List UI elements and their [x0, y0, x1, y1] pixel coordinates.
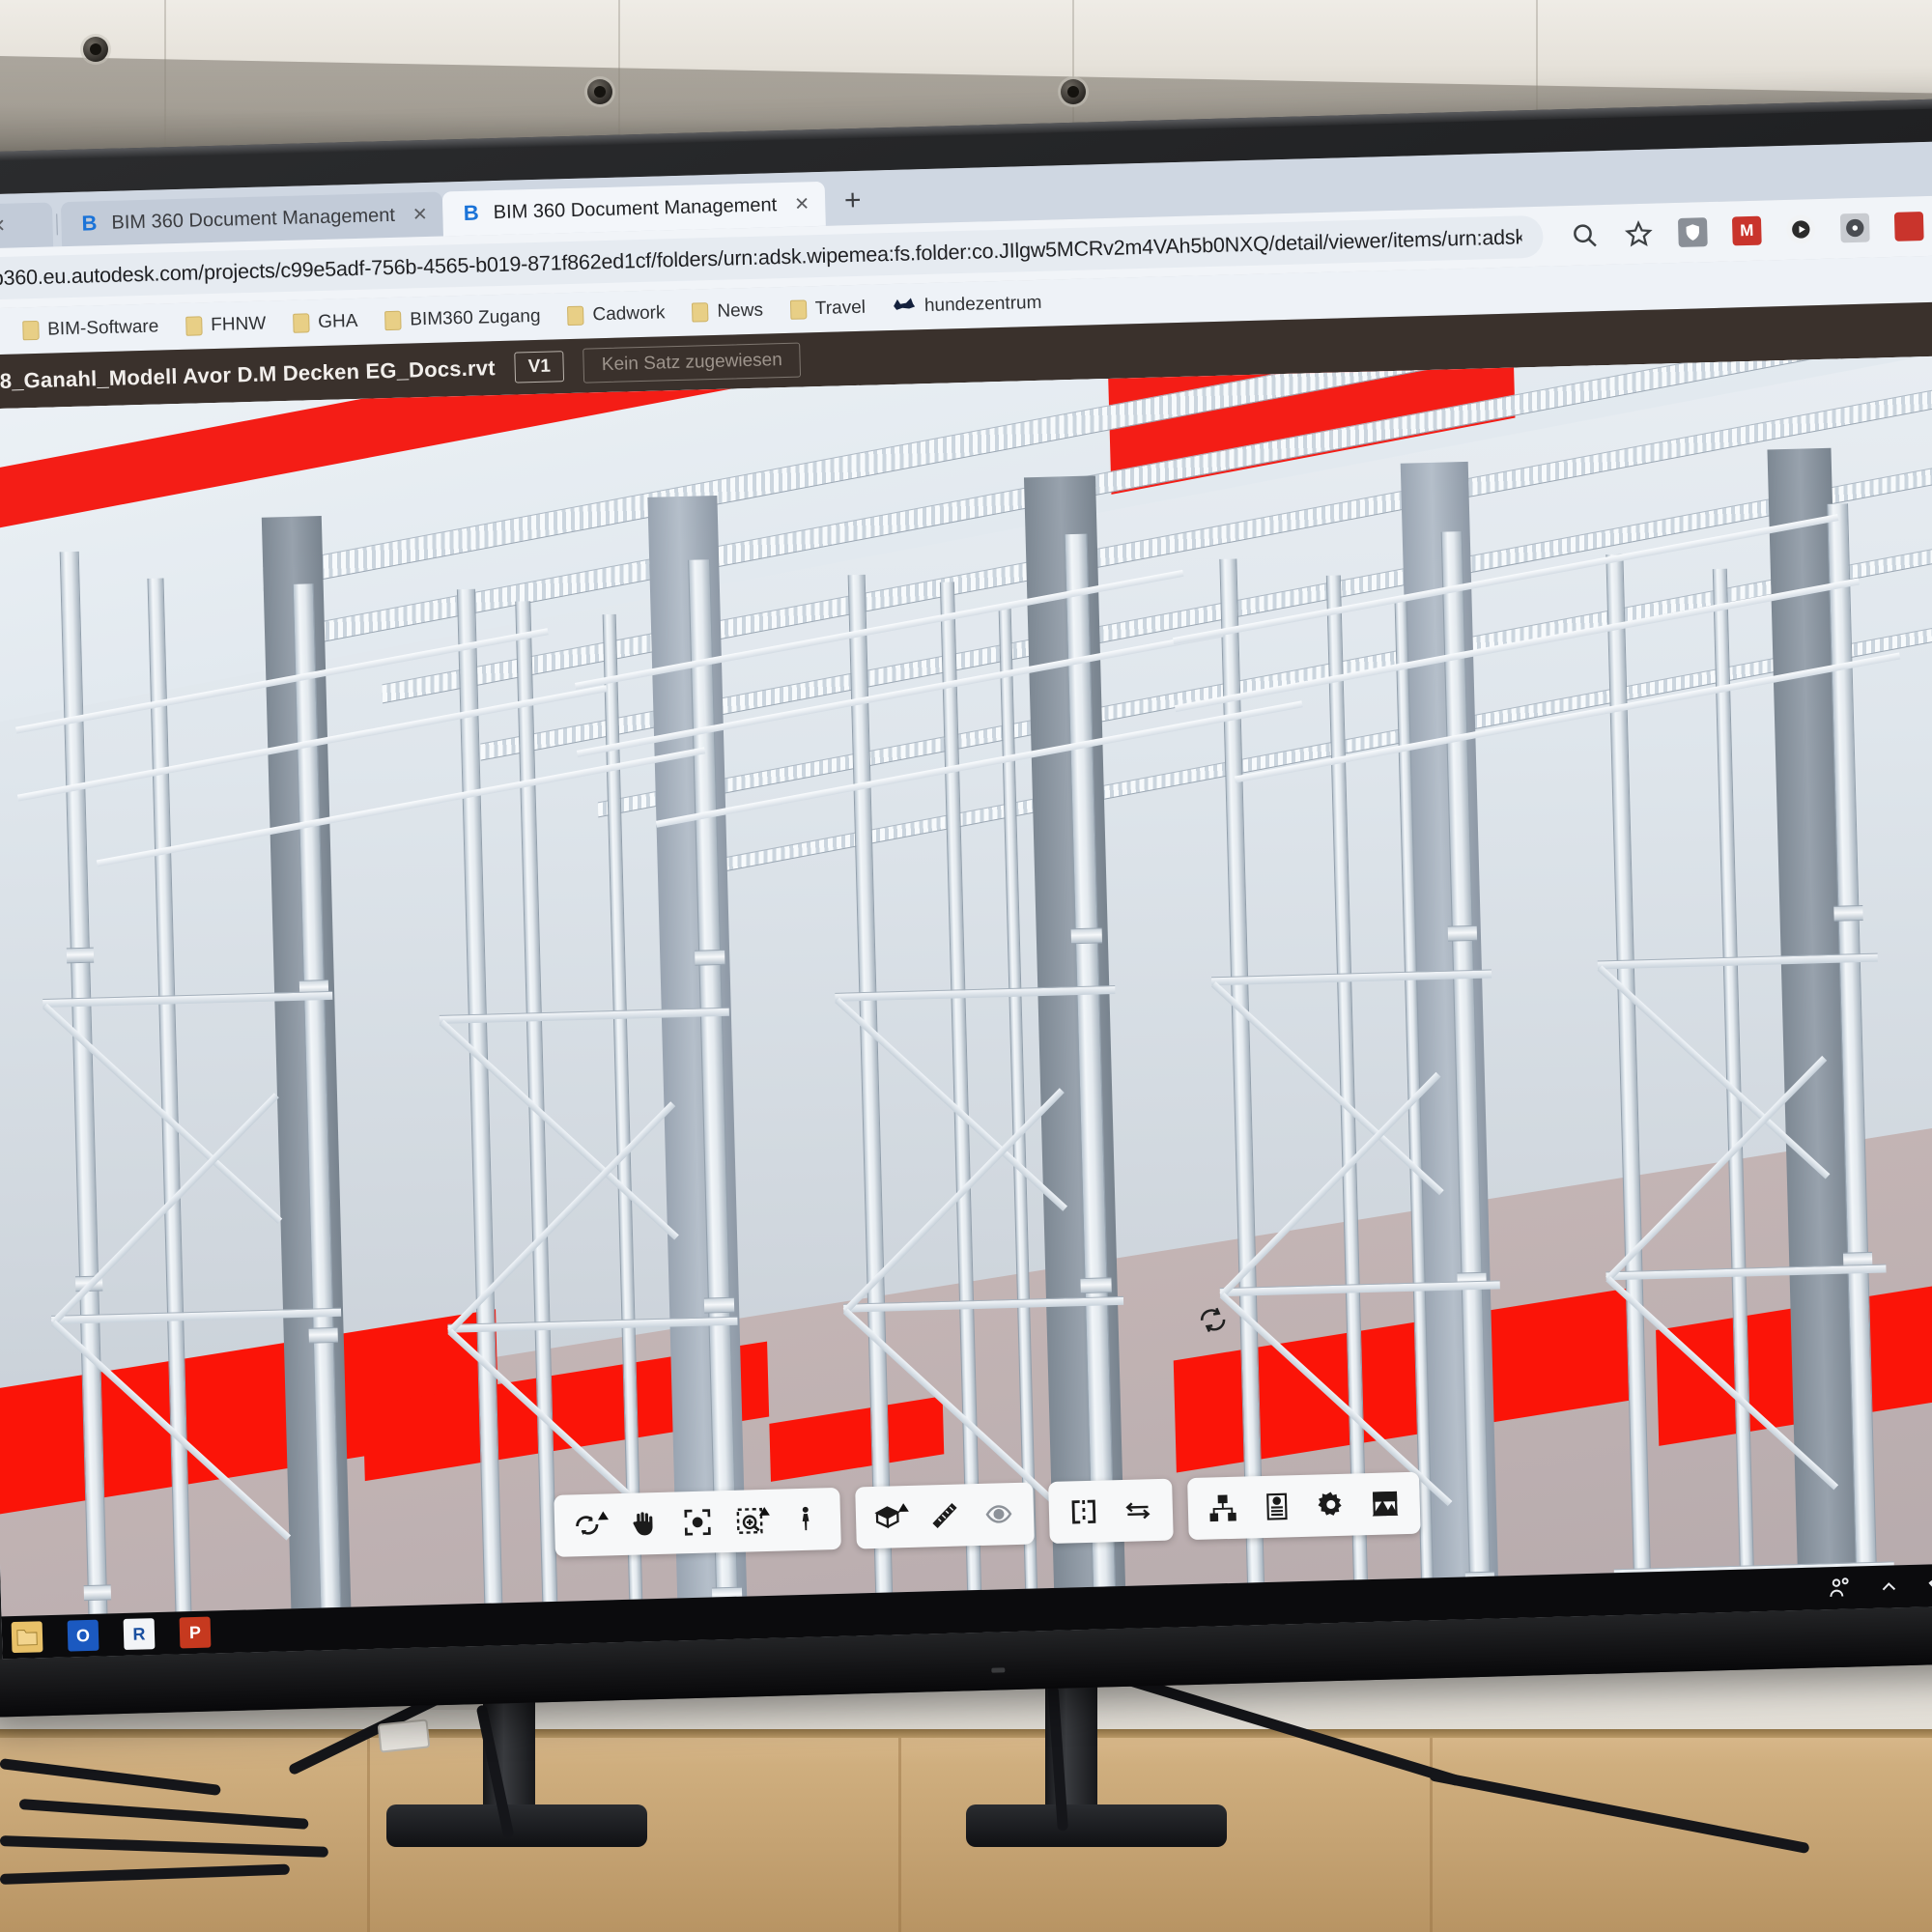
bookmark-item-bim360-zugang[interactable]: BIM360 Zugang [374, 302, 552, 336]
folder-icon [692, 302, 709, 323]
bookmark-label: hundezentrum [923, 292, 1042, 317]
set-assignment-badge[interactable]: Kein Satz zugewiesen [582, 342, 802, 384]
explode-icon[interactable] [973, 1491, 1024, 1538]
screenshot-icon[interactable] [1359, 1480, 1410, 1527]
bookmark-item-cadwork[interactable]: Cadwork [556, 298, 676, 330]
section-box-icon[interactable] [865, 1493, 916, 1541]
bookmark-item-g[interactable]: G [0, 317, 7, 347]
shield-extension-icon[interactable] [1677, 217, 1708, 247]
pan-hand-icon[interactable] [617, 1500, 668, 1548]
fit-to-view-icon[interactable] [671, 1498, 723, 1546]
tab-close-icon[interactable]: ✕ [412, 203, 429, 225]
document-filename: 248_Ganahl_Modell Avor D.M Decken EG_Doc… [0, 355, 497, 394]
bookmark-label: BIM360 Zugang [410, 305, 541, 330]
folder-icon [292, 313, 310, 333]
monitor-brand-mark [991, 1667, 1006, 1673]
bookmark-label: BIM-Software [46, 316, 159, 340]
tent-grommet [83, 37, 108, 62]
tab-title: BIM 360 Document Management [111, 204, 396, 234]
mouse-cursor-orbit-icon [1194, 1301, 1232, 1339]
mendeley-extension-icon[interactable]: M [1731, 215, 1762, 246]
bim360-favicon: B [81, 211, 98, 236]
model-tree-icon[interactable] [1197, 1484, 1248, 1531]
file-explorer-icon[interactable] [11, 1621, 43, 1654]
browser-tab-0[interactable]: t ✕ [0, 202, 54, 249]
tab-title: BIM 360 Document Management [493, 193, 778, 223]
version-badge[interactable]: V1 [514, 351, 565, 384]
omnibox-actions: M [1543, 212, 1932, 251]
search-icon[interactable] [1570, 220, 1600, 250]
tab-close-icon[interactable]: ✕ [0, 214, 6, 237]
tent-fold [164, 0, 166, 169]
film-extension-icon[interactable] [1839, 213, 1870, 243]
measure-ruler-icon[interactable] [919, 1492, 970, 1539]
first-person-icon[interactable] [780, 1495, 831, 1543]
tent-grommet [1061, 79, 1086, 104]
folder-icon [789, 299, 808, 320]
media-extension-icon[interactable] [1785, 214, 1816, 244]
people-share-icon[interactable] [1827, 1576, 1853, 1602]
orbit-icon[interactable] [563, 1501, 614, 1548]
folder-icon [384, 310, 402, 331]
model-viewer-canvas[interactable] [0, 355, 1932, 1617]
monitor-stand-foot-right [966, 1804, 1227, 1847]
zoom-window-icon[interactable] [725, 1497, 777, 1545]
cable-plug [377, 1719, 431, 1753]
toolbar-group-camera-tools [554, 1487, 841, 1557]
overflow-extension-icon[interactable] [1893, 212, 1924, 242]
folder-icon [21, 320, 40, 341]
new-tab-button[interactable]: + [825, 185, 882, 226]
split-view-icon[interactable] [1058, 1488, 1109, 1535]
bookmark-label: FHNW [210, 313, 267, 336]
settings-gear-icon[interactable] [1305, 1481, 1356, 1528]
computer-monitor: t ✕ B BIM 360 Document Management ✕ B BI… [0, 99, 1932, 1718]
browser-window: t ✕ B BIM 360 Document Management ✕ B BI… [0, 141, 1932, 1660]
properties-icon[interactable] [1251, 1483, 1302, 1530]
bookmark-item-bim-software[interactable]: BIM-Software [12, 312, 170, 345]
monitor-screen: t ✕ B BIM 360 Document Management ✕ B BI… [0, 141, 1932, 1660]
tab-separator [56, 213, 58, 236]
folder-icon [185, 316, 203, 336]
bookmark-item-fhnw[interactable]: FHNW [175, 309, 277, 341]
tent-grommet [587, 79, 612, 104]
outlook-icon[interactable]: O [67, 1619, 99, 1652]
system-tray [1827, 1572, 1932, 1601]
tab-close-icon[interactable]: ✕ [794, 193, 810, 215]
toolbar-group-panel-tools [1187, 1471, 1421, 1541]
swap-arrows-icon[interactable] [1112, 1487, 1163, 1534]
bookmark-label: GHA [317, 310, 358, 333]
powerpoint-icon[interactable]: P [179, 1616, 212, 1649]
bookmark-star-icon[interactable] [1624, 219, 1654, 249]
bookmark-item-travel[interactable]: Travel [780, 293, 877, 325]
bookmark-label: Cadwork [592, 302, 666, 326]
toolbar-group-review-tools [855, 1482, 1035, 1549]
monitor-stand-foot-left [386, 1804, 647, 1847]
toolbar-group-compare-tools [1048, 1478, 1174, 1545]
bookmark-item-hundezentrum[interactable]: hundezentrum [882, 287, 1053, 323]
folder-icon [567, 305, 584, 327]
dog-icon [893, 295, 917, 319]
bookmark-item-news[interactable]: News [681, 296, 774, 327]
photo-scene: t ✕ B BIM 360 Document Management ✕ B BI… [0, 0, 1932, 1932]
model-geometry [0, 355, 1932, 1617]
show-hidden-icons-chevron[interactable] [1877, 1575, 1901, 1599]
bookmark-label: News [717, 299, 764, 322]
desk-edge [0, 1729, 1932, 1738]
bim360-favicon: B [463, 200, 480, 225]
network-wifi-icon[interactable] [1925, 1573, 1932, 1599]
bookmark-item-gha[interactable]: GHA [282, 307, 369, 338]
bookmark-label: Travel [814, 297, 867, 320]
revit-icon[interactable]: R [123, 1618, 156, 1650]
